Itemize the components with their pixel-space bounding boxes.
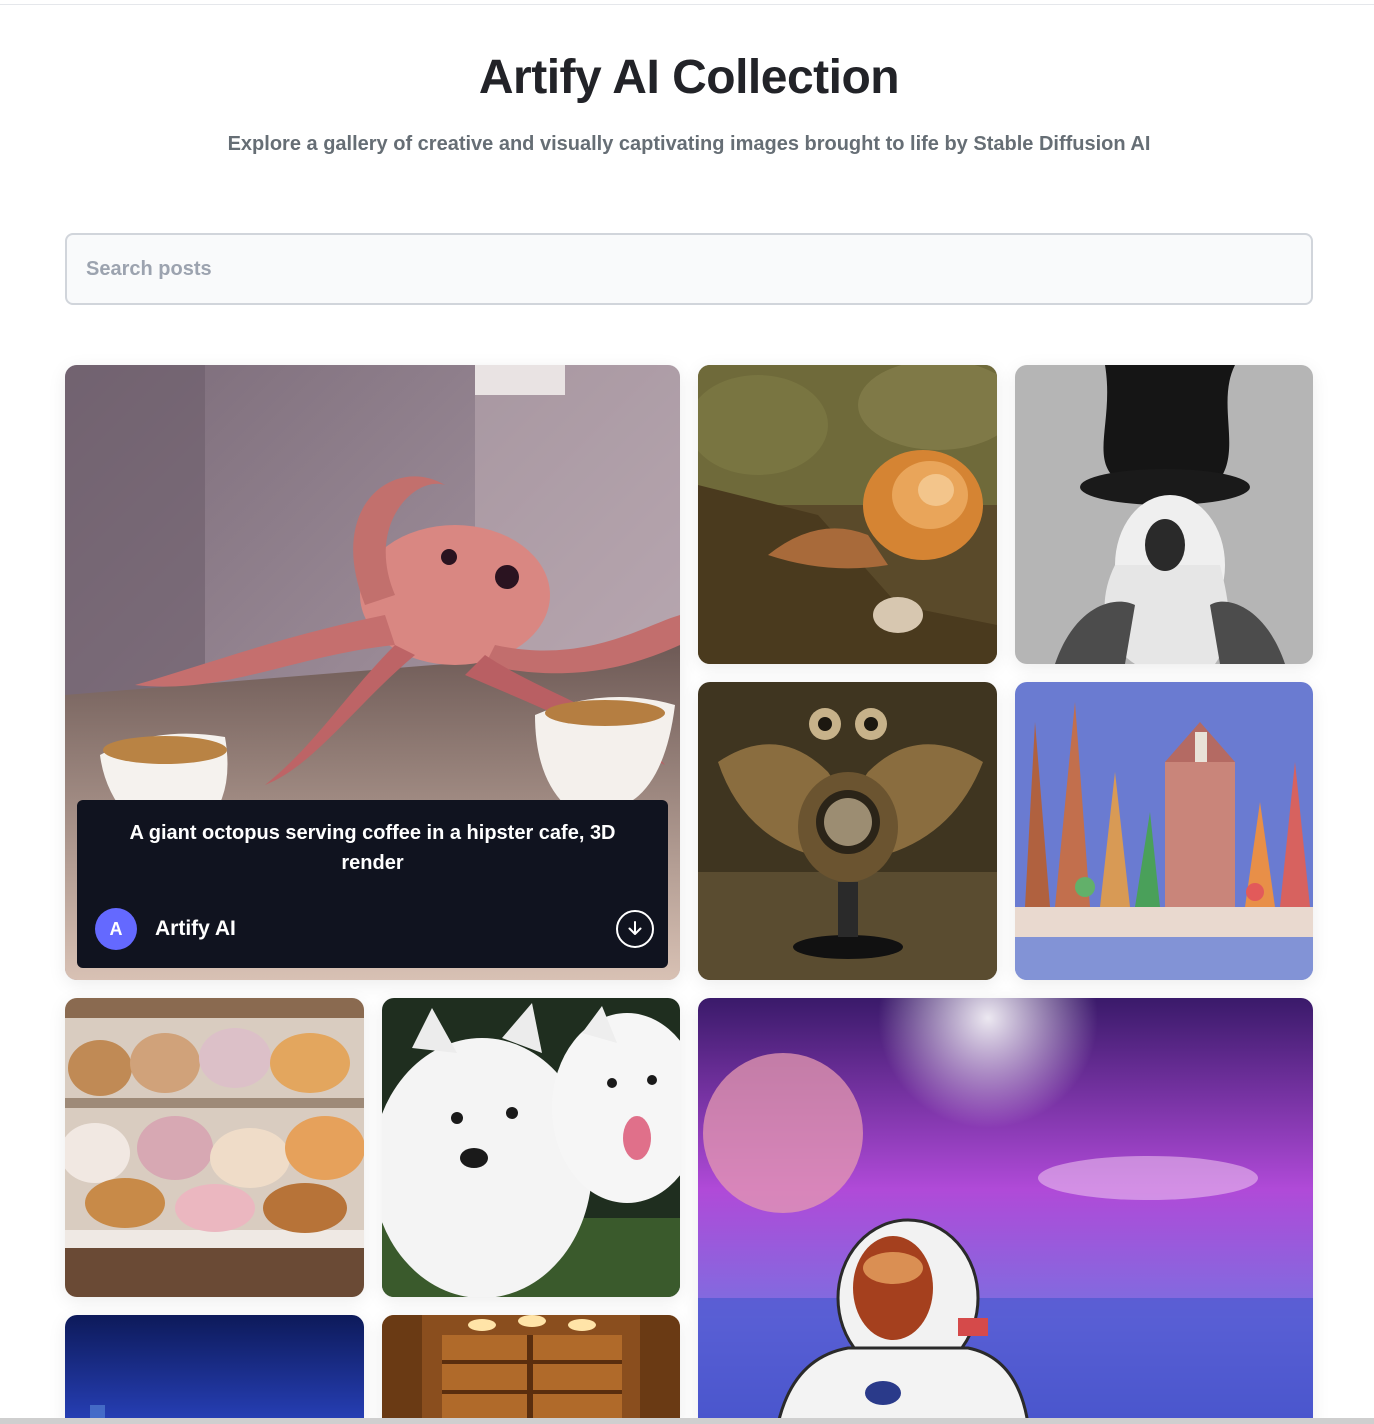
steampunk-owl-image	[698, 682, 997, 980]
animal-pastries-image	[65, 998, 364, 1297]
image-card-astronaut[interactable]	[698, 998, 1313, 1424]
image-card-candy-city[interactable]	[1015, 682, 1313, 980]
page-title: Artify AI Collection	[478, 51, 900, 104]
image-card-octopus-cafe[interactable]: A giant octopus serving coffee in a hips…	[65, 365, 680, 980]
astronaut-space-image	[698, 998, 1313, 1424]
page-subtitle: Explore a gallery of creative and visual…	[227, 133, 1151, 155]
image-hover-overlay: A giant octopus serving coffee in a hips…	[77, 800, 668, 968]
search-input[interactable]	[67, 235, 1311, 303]
image-card-animal-pastries[interactable]	[65, 998, 364, 1297]
image-card-library[interactable]	[382, 1315, 680, 1424]
search-field	[65, 233, 1313, 305]
image-card-octopus-gentleman[interactable]	[1015, 365, 1313, 664]
image-card-snail[interactable]	[698, 365, 997, 664]
image-prompt: A giant octopus serving coffee in a hips…	[129, 822, 616, 874]
octopus-gentleman-image	[1015, 365, 1313, 664]
library-image	[382, 1315, 680, 1424]
author-name: Artify AI	[155, 917, 236, 940]
author-info: A Artify AI	[95, 908, 236, 950]
avatar: A	[95, 908, 137, 950]
window-bottom-edge	[0, 1418, 1374, 1424]
image-card-samoyed-dogs[interactable]	[382, 998, 680, 1297]
candy-city-image	[1015, 682, 1313, 980]
image-card-steampunk-owl[interactable]	[698, 682, 997, 980]
image-card-night-city[interactable]	[65, 1315, 364, 1424]
overlay-footer: A Artify AI	[95, 908, 654, 950]
night-city-image	[65, 1315, 364, 1424]
snail-image	[698, 365, 997, 664]
download-icon	[628, 921, 642, 935]
top-border	[0, 4, 1374, 5]
samoyed-dogs-image	[382, 998, 680, 1297]
download-button[interactable]	[616, 910, 654, 948]
